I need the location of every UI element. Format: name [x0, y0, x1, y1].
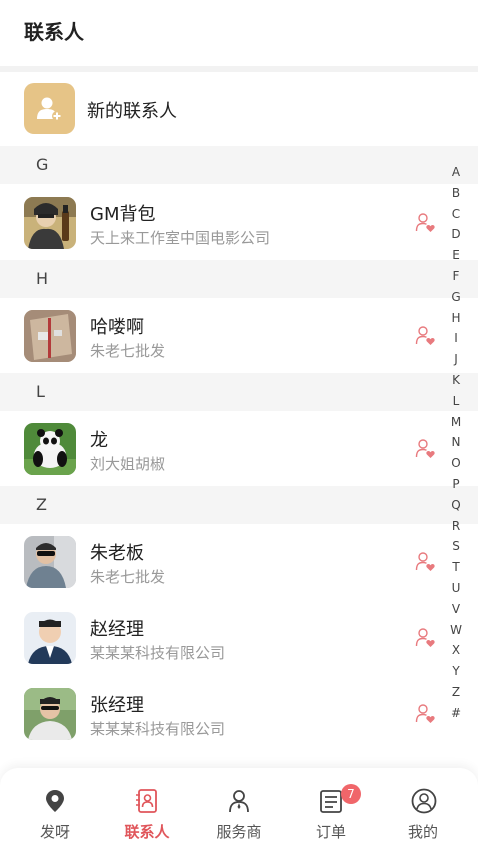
avatar — [24, 536, 76, 588]
contact-name: 龙 — [90, 430, 108, 451]
contact-row-zhu[interactable]: 朱老板 朱老七批发 — [0, 524, 478, 600]
avatar — [24, 612, 76, 664]
contact-row-zhang[interactable]: 张经理 某某某科技有限公司 — [0, 676, 478, 752]
tab-faya[interactable]: 发呀 — [10, 768, 100, 850]
index-letter-r[interactable]: R — [446, 516, 466, 537]
order-count-badge: 7 — [341, 784, 361, 804]
location-pin-icon — [46, 790, 64, 812]
contact-name: 哈喽啊 — [90, 317, 144, 338]
section-letter: Z — [36, 495, 47, 514]
section-letter: L — [36, 382, 45, 401]
contact-subtitle: 朱老七批发 — [90, 568, 166, 586]
section-header-g: G — [0, 146, 478, 184]
contact-row-zhao[interactable]: 赵经理 某某某科技有限公司 — [0, 600, 478, 676]
bottom-tab-bar: 发呀 联系人 服务商 7 订单 我的 — [0, 768, 478, 850]
tab-label: 发呀 — [39, 823, 70, 841]
contact-subtitle: 天上来工作室中国电影公司 — [90, 229, 271, 247]
index-letter-i[interactable]: I — [446, 328, 466, 349]
contact-name: 朱老板 — [90, 543, 144, 564]
order-list-icon — [320, 790, 342, 813]
contact-row-halou[interactable]: 哈喽啊 朱老七批发 — [0, 298, 478, 374]
index-letter-z[interactable]: Z — [446, 682, 466, 703]
index-letter-m[interactable]: M — [446, 412, 466, 433]
index-letter-c[interactable]: C — [446, 204, 466, 225]
contact-heart-icon[interactable] — [415, 551, 437, 573]
contact-row-gm[interactable]: GM背包 天上来工作室中国电影公司 — [0, 184, 478, 260]
tab-label: 联系人 — [124, 823, 170, 841]
tab-label: 我的 — [407, 823, 438, 841]
index-letter-x[interactable]: X — [446, 640, 466, 661]
contact-heart-icon[interactable] — [415, 627, 437, 649]
section-letter: H — [36, 269, 49, 288]
contact-subtitle: 刘大姐胡椒 — [90, 455, 166, 473]
add-person-icon — [24, 83, 75, 134]
index-letter-a[interactable]: A — [446, 162, 466, 183]
tab-mine[interactable]: 我的 — [378, 768, 468, 850]
index-letter-j[interactable]: J — [446, 349, 466, 370]
avatar — [24, 423, 76, 475]
alphabet-index[interactable]: A B C D E F G H I J K L M N O P Q R S T … — [446, 162, 466, 724]
index-letter-hash[interactable]: # — [446, 703, 466, 724]
index-letter-q[interactable]: Q — [446, 495, 466, 516]
contact-heart-icon[interactable] — [415, 438, 437, 460]
new-contact-row[interactable]: 新的联系人 — [0, 72, 478, 146]
contact-subtitle: 朱老七批发 — [90, 342, 166, 360]
index-letter-g[interactable]: G — [446, 287, 466, 308]
profile-icon — [411, 788, 437, 814]
index-letter-f[interactable]: F — [446, 266, 466, 287]
contacts-icon — [136, 789, 157, 813]
contact-heart-icon[interactable] — [415, 703, 437, 725]
index-letter-p[interactable]: P — [446, 474, 466, 495]
avatar — [24, 197, 76, 249]
contact-name: 张经理 — [90, 695, 144, 716]
tab-service-provider[interactable]: 服务商 — [194, 768, 284, 850]
page-title: 联系人 — [24, 20, 84, 44]
contact-row-long[interactable]: 龙 刘大姐胡椒 — [0, 411, 478, 487]
avatar — [24, 688, 76, 740]
index-letter-d[interactable]: D — [446, 224, 466, 245]
index-letter-w[interactable]: W — [446, 620, 466, 641]
section-header-h: H — [0, 260, 478, 298]
tab-contacts[interactable]: 联系人 — [102, 768, 192, 850]
section-header-l: L — [0, 373, 478, 411]
index-letter-e[interactable]: E — [446, 245, 466, 266]
index-letter-y[interactable]: Y — [446, 661, 466, 682]
tab-label: 服务商 — [216, 823, 262, 841]
contact-subtitle: 某某某科技有限公司 — [90, 644, 226, 662]
service-person-icon — [229, 790, 249, 813]
contact-name: GM背包 — [90, 204, 156, 225]
index-letter-h[interactable]: H — [446, 308, 466, 329]
index-letter-u[interactable]: U — [446, 578, 466, 599]
tab-label: 订单 — [315, 823, 346, 841]
contact-name: 赵经理 — [90, 619, 144, 640]
index-letter-v[interactable]: V — [446, 599, 466, 620]
section-header-z: Z — [0, 486, 478, 524]
new-contact-label: 新的联系人 — [87, 101, 177, 122]
index-letter-l[interactable]: L — [446, 391, 466, 412]
index-letter-b[interactable]: B — [446, 183, 466, 204]
contact-heart-icon[interactable] — [415, 212, 437, 234]
header: 联系人 — [0, 0, 478, 66]
index-letter-t[interactable]: T — [446, 557, 466, 578]
index-letter-s[interactable]: S — [446, 536, 466, 557]
tab-orders[interactable]: 7 订单 — [286, 768, 376, 850]
index-letter-n[interactable]: N — [446, 432, 466, 453]
index-letter-k[interactable]: K — [446, 370, 466, 391]
avatar — [24, 310, 76, 362]
index-letter-o[interactable]: O — [446, 453, 466, 474]
contact-heart-icon[interactable] — [415, 325, 437, 347]
section-letter: G — [36, 155, 49, 174]
contact-subtitle: 某某某科技有限公司 — [90, 720, 226, 738]
